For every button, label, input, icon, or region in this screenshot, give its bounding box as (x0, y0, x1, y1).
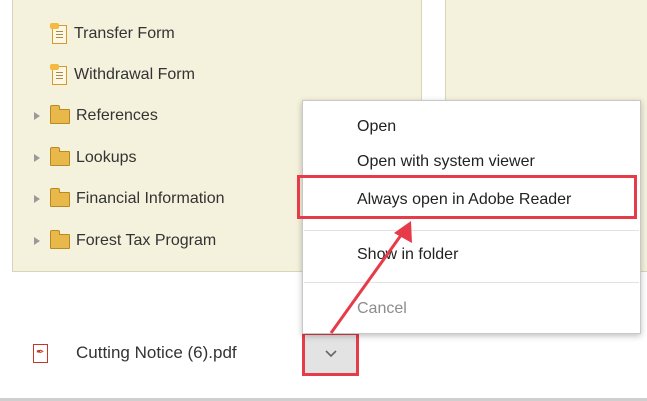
annotation-arrow-icon (329, 221, 412, 334)
